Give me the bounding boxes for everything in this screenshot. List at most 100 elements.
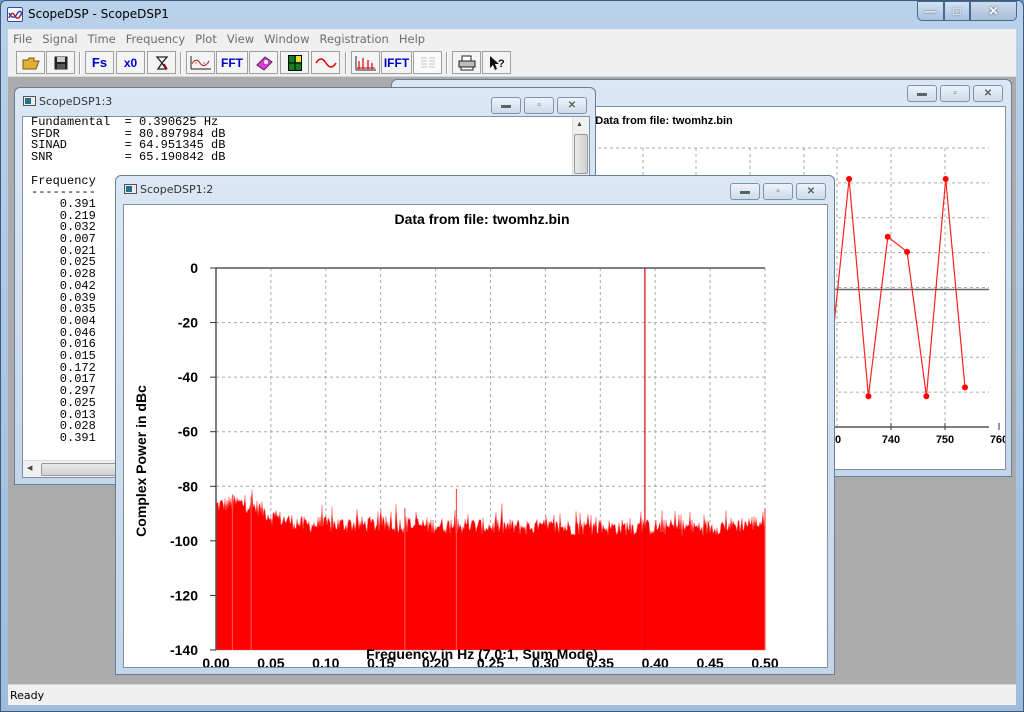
y-tick-label: -80 xyxy=(178,478,198,494)
menu-view[interactable]: View xyxy=(222,32,259,46)
window-tile-icon xyxy=(287,54,302,71)
scopedsp-app-icon xyxy=(7,7,23,22)
time-sample-marker xyxy=(962,384,968,391)
spectrum-button[interactable] xyxy=(351,51,380,74)
table-button[interactable] xyxy=(413,51,442,74)
y-axis-label: Complex Power in dBc xyxy=(133,385,149,537)
eraser-icon xyxy=(255,55,273,71)
time-sample-marker xyxy=(923,393,930,400)
ifft-button[interactable]: IFFT xyxy=(381,51,412,74)
signal-button[interactable] xyxy=(311,51,340,74)
x0-button[interactable]: x0 xyxy=(116,51,145,74)
toolbar: Fs x0 FFT IFFT ? xyxy=(8,48,1016,77)
time-plot-button[interactable] xyxy=(186,51,215,74)
menu-window[interactable]: Window xyxy=(259,32,314,46)
title-bar[interactable]: ScopeDSP - ScopeDSP1 — □ ✕ xyxy=(1,1,1023,29)
x-axis-label: Frequency in Hz (7.0:1, Sum Mode) xyxy=(366,646,598,662)
y-tick-label: -60 xyxy=(178,424,198,440)
child-close-button[interactable]: ✕ xyxy=(796,183,826,200)
maximize-button[interactable]: □ xyxy=(944,1,970,21)
window-icon xyxy=(124,184,137,194)
spectrum-window[interactable]: ScopeDSP1:2 ▬ ▫ ✕ Data from file: twomhz… xyxy=(115,175,835,675)
chart-title: Data from file: twomhz.bin xyxy=(395,211,570,227)
svg-text:?: ? xyxy=(498,58,505,70)
time-plot-icon xyxy=(190,55,211,69)
time-sample-marker xyxy=(904,248,911,255)
horizontal-scroll-thumb[interactable] xyxy=(41,463,121,476)
save-button[interactable] xyxy=(46,51,75,74)
minimize-button[interactable]: — xyxy=(917,1,944,21)
y-tick-label: -20 xyxy=(178,315,198,331)
menu-frequency[interactable]: Frequency xyxy=(121,32,190,46)
window-icon xyxy=(23,96,36,106)
x-tick-label: 0.00 xyxy=(202,655,229,667)
child-maximize-button[interactable]: ▫ xyxy=(940,85,970,102)
filter-button[interactable] xyxy=(147,51,176,74)
close-icon: ✕ xyxy=(988,4,999,18)
table-icon xyxy=(420,57,435,67)
close-icon: ✕ xyxy=(806,186,816,197)
tile-windows-button[interactable] xyxy=(280,51,309,74)
filter-icon xyxy=(155,55,168,70)
open-icon xyxy=(22,57,40,69)
print-button[interactable] xyxy=(452,51,481,74)
vertical-scroll-thumb[interactable] xyxy=(574,134,588,174)
close-icon: ✕ xyxy=(983,88,993,99)
child-minimize-button[interactable]: ▬ xyxy=(907,85,937,102)
maximize-icon: □ xyxy=(953,4,961,18)
fft-button[interactable]: FFT xyxy=(216,51,248,74)
status-bar: Ready xyxy=(8,684,1016,705)
minimize-icon: — xyxy=(924,4,937,18)
y-tick-label: -40 xyxy=(178,369,198,385)
save-icon xyxy=(54,56,67,69)
mdi-client-area: File Signal Time Frequency Plot View Win… xyxy=(8,29,1016,705)
child-maximize-button[interactable]: ▫ xyxy=(763,183,793,200)
x-tick-label: 0.45 xyxy=(696,655,723,667)
x-tick-label: 740 xyxy=(882,434,900,446)
menu-time[interactable]: Time xyxy=(83,32,121,46)
y-tick-label: -100 xyxy=(170,533,198,549)
menu-file[interactable]: File xyxy=(8,32,37,46)
menu-registration[interactable]: Registration xyxy=(314,32,393,46)
scroll-left-icon: ◀ xyxy=(27,465,33,472)
open-button[interactable] xyxy=(16,51,45,74)
eraser-button[interactable] xyxy=(249,51,278,74)
close-button[interactable]: ✕ xyxy=(970,1,1017,21)
context-help-button[interactable]: ? xyxy=(482,51,511,74)
child-minimize-button[interactable]: ▬ xyxy=(730,183,760,200)
time-sample-marker xyxy=(942,176,949,183)
x-tick-label: 750 xyxy=(936,434,954,446)
maximize-icon: ▫ xyxy=(776,186,780,197)
y-tick-label: -120 xyxy=(170,587,198,603)
sample-rate-button[interactable]: Fs xyxy=(85,51,114,74)
menu-plot[interactable]: Plot xyxy=(190,32,222,46)
scroll-up-icon: ▲ xyxy=(576,121,583,128)
y-tick-label: 0 xyxy=(190,260,198,276)
sine-wave-icon xyxy=(314,57,337,68)
minimize-icon: ▬ xyxy=(740,186,750,197)
menu-help[interactable]: Help xyxy=(394,32,430,46)
time-sample-marker xyxy=(865,393,872,400)
child-close-button[interactable]: ✕ xyxy=(973,85,1003,102)
y-tick-label: -140 xyxy=(170,642,198,658)
child-maximize-button[interactable]: ▫ xyxy=(524,97,554,114)
maximize-icon: ▫ xyxy=(537,100,541,111)
child-minimize-button[interactable]: ▬ xyxy=(491,97,521,114)
x-tick-label: 0.50 xyxy=(751,655,778,667)
spectrum-window-title: ScopeDSP1:2 xyxy=(140,183,214,196)
spectrum-plot-area: Data from file: twomhz.bin 0 -20 -40 -60 -80… xyxy=(123,204,828,671)
minimize-icon: ▬ xyxy=(501,100,511,111)
status-text: Ready xyxy=(10,689,45,702)
print-icon xyxy=(458,55,475,70)
time-chart-title: Data from file: twomhz.bin xyxy=(595,115,733,127)
menu-signal[interactable]: Signal xyxy=(37,32,82,46)
minimize-icon: ▬ xyxy=(917,88,927,99)
spectrum-icon xyxy=(355,55,376,70)
time-sample-marker xyxy=(884,233,891,240)
x-tick-label: 0 xyxy=(835,434,841,446)
time-sample-marker xyxy=(846,176,853,183)
x-tick-label: 0.40 xyxy=(642,655,669,667)
maximize-icon: ▫ xyxy=(953,88,957,99)
child-close-button[interactable]: ✕ xyxy=(557,97,587,114)
x-tick-label: 0.10 xyxy=(312,655,339,667)
